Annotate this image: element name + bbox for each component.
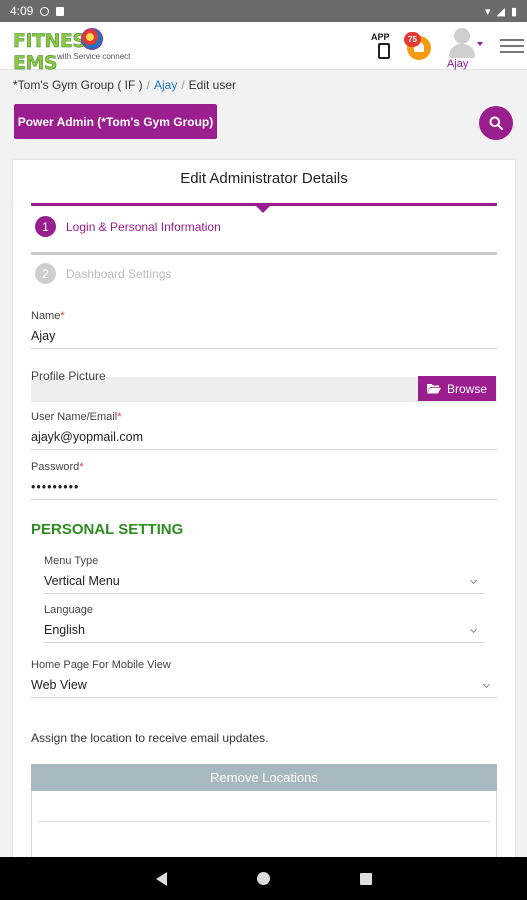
back-icon[interactable] [155, 871, 167, 886]
menu-type-value-text: Vertical Menu [44, 574, 120, 588]
chevron-down-icon [477, 42, 483, 46]
battery-icon: ▮ [510, 5, 517, 18]
language-label: Language [44, 604, 93, 616]
avatar-body [449, 44, 475, 58]
sim-card-icon [56, 6, 65, 16]
table-row-divider [38, 821, 490, 822]
app-header: FITNESS EMS with Service connect APP 75 … [0, 22, 527, 74]
breadcrumb-separator: / [181, 78, 185, 92]
home-page-label: Home Page For Mobile View [31, 659, 171, 671]
locations-table [31, 791, 497, 860]
menu-type-label: Menu Type [44, 555, 99, 567]
home-page-value[interactable]: Web View [31, 678, 497, 698]
home-icon[interactable] [256, 872, 270, 885]
fitness-ems-logo[interactable]: FITNESS EMS with Service connect [13, 28, 148, 74]
menu-type-select[interactable]: Menu Type Vertical Menu [44, 555, 484, 594]
status-right: ▾ ◢ ▮ [485, 5, 517, 18]
user-name: Ajay [447, 58, 469, 70]
status-left: 4:09 [10, 4, 65, 18]
step-login-personal[interactable]: 1 Login & Personal Information [35, 216, 221, 237]
name-label: Name* [31, 310, 497, 322]
hamburger-line [500, 45, 524, 47]
password-input[interactable]: ••••••••• [31, 480, 497, 500]
step-dashboard-settings[interactable]: 2 Dashboard Settings [35, 263, 171, 284]
phone-icon [378, 43, 390, 59]
app-download-icon[interactable]: APP [371, 30, 397, 60]
system-nav-bar [0, 857, 527, 900]
language-select[interactable]: Language English [44, 604, 484, 643]
home-page-select[interactable]: Home Page For Mobile View Web View [31, 659, 497, 698]
profile-picture-label: Profile Picture [31, 369, 106, 383]
email-label: User Name/Email* [31, 411, 497, 423]
password-field: Password* ••••••••• [31, 461, 497, 500]
password-label-text: Password [31, 461, 80, 473]
chevron-down-icon [469, 625, 478, 634]
name-input[interactable]: Ajay [31, 329, 497, 349]
search-button[interactable] [479, 106, 513, 140]
home-page-value-text: Web View [31, 678, 87, 692]
personal-setting-heading: PERSONAL SETTING [31, 521, 184, 538]
required-mark: * [117, 411, 122, 423]
browse-label: Browse [446, 381, 487, 396]
language-value[interactable]: English [44, 623, 484, 643]
chevron-down-icon [469, 576, 478, 585]
language-value-text: English [44, 623, 85, 637]
status-time: 4:09 [10, 4, 34, 18]
avatar-icon [454, 28, 470, 44]
breadcrumb-root[interactable]: *Tom's Gym Group ( IF ) [13, 78, 143, 92]
logo-ball-icon [81, 28, 103, 50]
hamburger-menu-icon[interactable] [500, 39, 524, 53]
breadcrumb-current: Edit user [188, 78, 237, 92]
required-mark: * [60, 310, 65, 322]
breadcrumb: *Tom's Gym Group ( IF ) / Ajay / Edit user [13, 78, 236, 92]
notification-bell[interactable]: 75 [404, 30, 432, 60]
remove-locations-header: Remove Locations [31, 764, 497, 791]
app-icon-label: APP [371, 32, 390, 42]
status-bar: 4:09 ▾ ◢ ▮ [0, 0, 527, 22]
email-field: User Name/Email* ajayk@yopmail.com [31, 411, 497, 450]
name-label-text: Name [31, 310, 61, 322]
step-number: 2 [35, 263, 56, 284]
sync-icon [40, 6, 50, 16]
password-label: Password* [31, 461, 497, 473]
user-menu[interactable]: Ajay [445, 28, 485, 70]
signal-icon: ◢ [496, 5, 505, 18]
breadcrumb-separator: / [146, 78, 150, 92]
logo-subtitle: with Service connect [57, 52, 131, 61]
hamburger-line [500, 51, 524, 53]
step-label: Dashboard Settings [66, 266, 172, 281]
wifi-icon: ▾ [484, 5, 491, 18]
folder-open-icon [426, 384, 441, 394]
menu-type-value[interactable]: Vertical Menu [44, 574, 484, 594]
recent-apps-icon[interactable] [359, 872, 372, 885]
step-caret-icon [256, 206, 270, 213]
required-mark: * [79, 461, 84, 473]
chevron-down-icon [482, 680, 491, 689]
role-selector-button[interactable]: Power Admin (*Tom's Gym Group) [14, 104, 217, 139]
edit-admin-card: Edit Administrator Details 1 Login & Per… [13, 160, 515, 860]
page-title: Edit Administrator Details [180, 170, 348, 187]
step-label: Login & Personal Information [66, 219, 221, 234]
location-instruction: Assign the location to receive email upd… [31, 731, 269, 745]
email-label-text: User Name/Email [31, 411, 118, 423]
email-input[interactable]: ajayk@yopmail.com [31, 430, 497, 450]
step-number: 1 [35, 216, 56, 237]
browse-button[interactable]: Browse [418, 376, 496, 401]
breadcrumb-link-user[interactable]: Ajay [154, 78, 177, 92]
step-divider [31, 252, 497, 255]
search-icon [489, 116, 503, 130]
name-field: Name* Ajay [31, 310, 497, 349]
hamburger-line [500, 39, 524, 41]
notification-badge: 75 [404, 32, 421, 47]
